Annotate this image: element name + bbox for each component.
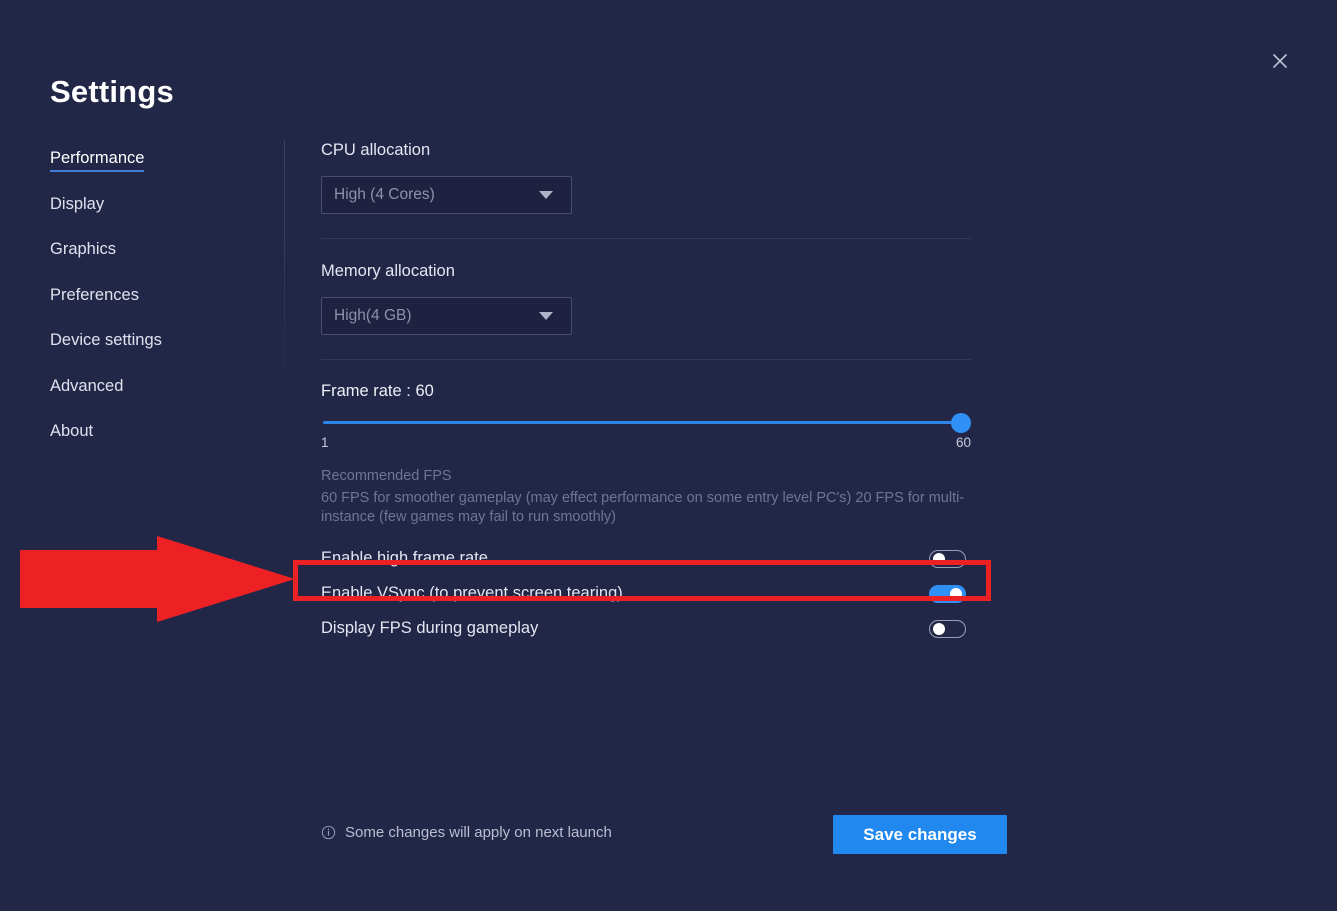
toggle-label-high-frame-rate: Enable high frame rate [321, 549, 488, 568]
sidebar-divider [284, 140, 285, 390]
toggle-row-display-fps[interactable]: Display FPS during gameplay [321, 611, 971, 646]
chevron-down-icon [539, 312, 553, 320]
toggle-row-vsync[interactable]: Enable VSync (to prevent screen tearing) [321, 576, 971, 611]
toggle-switch-vsync[interactable] [929, 585, 966, 603]
sidebar-item-graphics[interactable]: Graphics [50, 239, 116, 263]
info-icon [321, 825, 336, 840]
settings-sidebar: Performance Display Graphics Preferences… [50, 148, 265, 467]
recommended-fps-title: Recommended FPS [321, 468, 971, 484]
close-icon [1270, 51, 1290, 71]
toggle-knob [933, 623, 945, 635]
sidebar-item-performance[interactable]: Performance [50, 148, 144, 172]
toggle-label-display-fps: Display FPS during gameplay [321, 619, 538, 638]
save-changes-button[interactable]: Save changes [833, 815, 1007, 854]
performance-toggle-list: Enable high frame rate Enable VSync (to … [321, 541, 971, 646]
frame-rate-slider-thumb[interactable] [951, 413, 971, 433]
memory-allocation-section: Memory allocation High(4 GB) [321, 239, 971, 335]
cpu-allocation-select[interactable]: High (4 Cores) [321, 176, 572, 214]
frame-rate-label: Frame rate : 60 [321, 382, 971, 401]
sidebar-item-about[interactable]: About [50, 421, 93, 445]
sidebar-item-advanced[interactable]: Advanced [50, 376, 123, 400]
sidebar-item-preferences[interactable]: Preferences [50, 285, 139, 309]
frame-rate-section: Frame rate : 60 1 60 Recommended FPS 60 … [321, 360, 971, 527]
performance-settings-panel: CPU allocation High (4 Cores) Memory all… [321, 140, 971, 646]
toggle-label-vsync: Enable VSync (to prevent screen tearing) [321, 584, 623, 603]
page-title: Settings [50, 74, 174, 110]
memory-allocation-value: High(4 GB) [334, 307, 412, 325]
annotation-arrow [18, 536, 293, 661]
close-button[interactable] [1264, 45, 1296, 77]
memory-allocation-select[interactable]: High(4 GB) [321, 297, 572, 335]
cpu-allocation-value: High (4 Cores) [334, 186, 435, 204]
frame-rate-slider-track [323, 421, 961, 424]
memory-allocation-label: Memory allocation [321, 261, 971, 281]
sidebar-item-display[interactable]: Display [50, 194, 104, 218]
next-launch-note-text: Some changes will apply on next launch [345, 824, 612, 841]
frame-rate-slider[interactable] [321, 415, 971, 431]
sidebar-item-device-settings[interactable]: Device settings [50, 330, 162, 354]
next-launch-note: Some changes will apply on next launch [321, 824, 612, 841]
toggle-knob [933, 553, 945, 565]
frame-rate-min-label: 1 [321, 435, 329, 450]
toggle-switch-display-fps[interactable] [929, 620, 966, 638]
toggle-knob [950, 588, 962, 600]
frame-rate-max-label: 60 [956, 435, 971, 450]
chevron-down-icon [539, 191, 553, 199]
recommended-fps-text: 60 FPS for smoother gameplay (may effect… [321, 489, 969, 527]
cpu-allocation-section: CPU allocation High (4 Cores) [321, 140, 971, 214]
cpu-allocation-label: CPU allocation [321, 140, 971, 160]
frame-rate-slider-range: 1 60 [321, 435, 971, 450]
toggle-row-high-frame-rate[interactable]: Enable high frame rate [321, 541, 971, 576]
toggle-switch-high-frame-rate[interactable] [929, 550, 966, 568]
